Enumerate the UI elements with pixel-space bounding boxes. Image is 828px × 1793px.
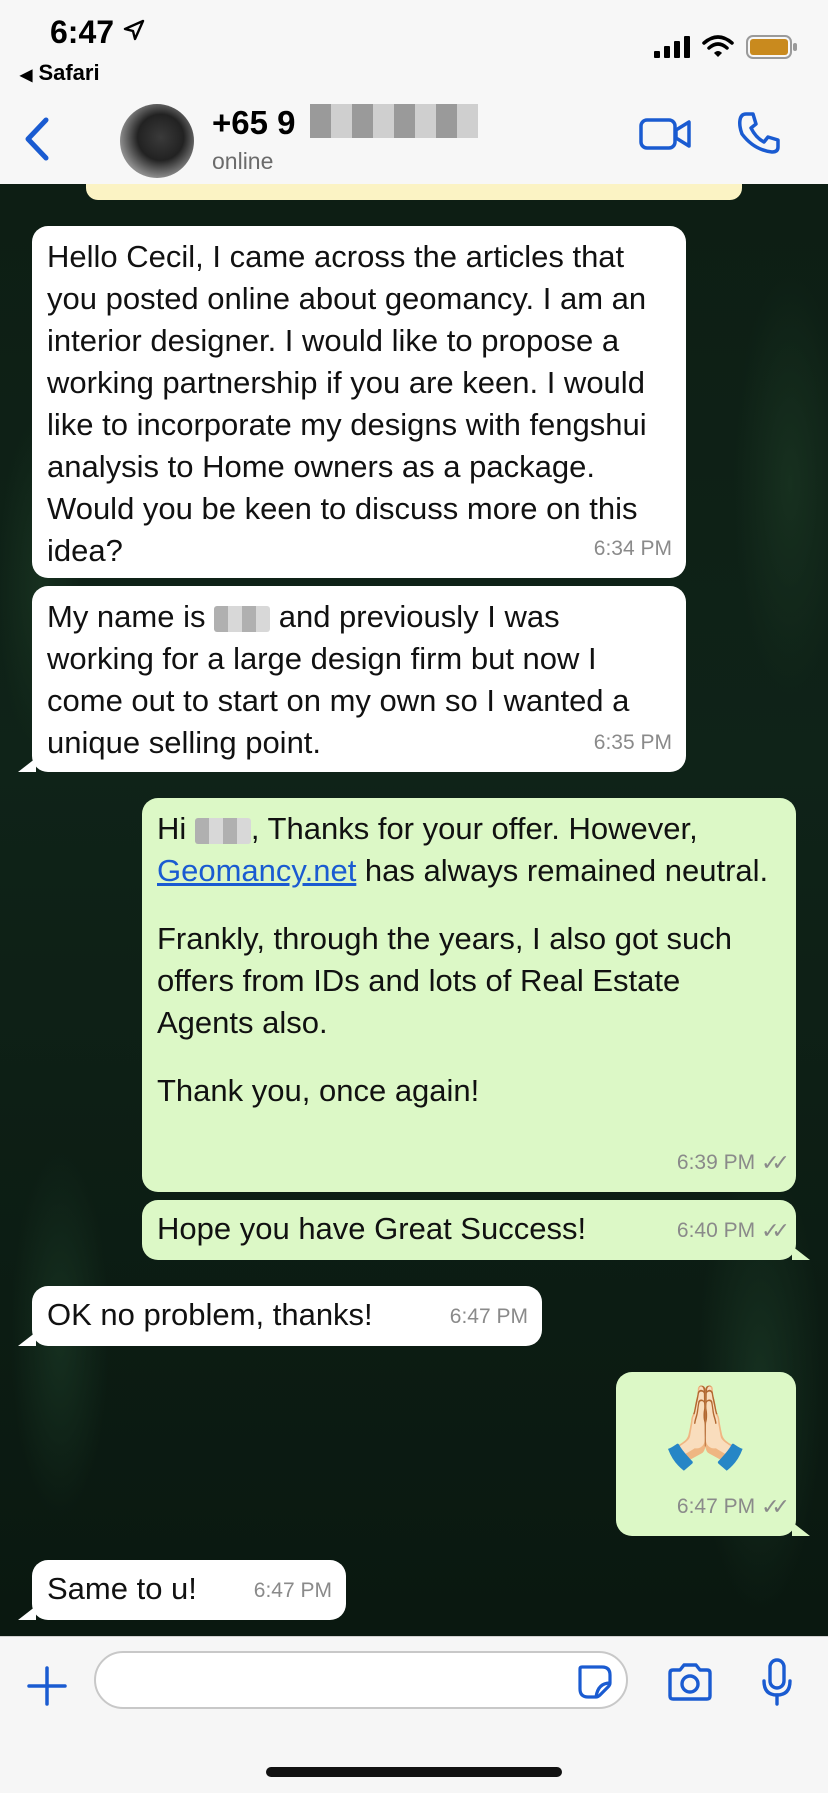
wifi-icon: [702, 35, 734, 57]
message-paragraph: Hi , Thanks for your offer. However, Geo…: [157, 808, 780, 892]
message-incoming[interactable]: Hello Cecil, I came across the articles …: [32, 226, 686, 578]
message-meta: 6:47 PM: [450, 1296, 528, 1338]
message-time: 6:39 PM: [676, 1151, 756, 1174]
sticker-button[interactable]: [576, 1663, 614, 1706]
microphone-icon: [762, 1658, 792, 1706]
message-text: My name is: [47, 599, 215, 634]
contact-status: online: [212, 148, 274, 174]
pinned-banner[interactable]: [86, 184, 742, 200]
message-text: Hello Cecil, I came across the articles …: [47, 239, 647, 568]
message-time: 6:47 PM: [449, 1305, 528, 1328]
camera-icon: [668, 1663, 712, 1701]
plus-icon: [27, 1666, 67, 1706]
camera-button[interactable]: [666, 1663, 714, 1706]
message-time: 6:35 PM: [593, 731, 672, 754]
home-indicator[interactable]: [266, 1767, 562, 1777]
message-meta: 6:39 PM ✓✓: [676, 1142, 790, 1184]
redacted-name: [194, 817, 251, 844]
message-input-field[interactable]: [94, 1651, 628, 1709]
read-receipt-icon: ✓✓: [761, 1150, 790, 1175]
phone-call-button[interactable]: [736, 110, 782, 161]
attach-button[interactable]: [26, 1665, 68, 1712]
message-outgoing[interactable]: Hope you have Great Success! 6:40 PM ✓✓: [142, 1200, 810, 1260]
redacted-name: [214, 605, 271, 632]
message-text: Hi: [157, 811, 195, 846]
message-text: has always remained neutral.: [356, 853, 769, 888]
message-time: 6:40 PM: [676, 1219, 756, 1242]
avatar[interactable]: [120, 104, 194, 178]
message-paragraph: Frankly, through the years, I also got s…: [157, 921, 732, 1040]
message-meta: 6:40 PM ✓✓: [676, 1210, 790, 1252]
chat-area[interactable]: Hello Cecil, I came across the articles …: [0, 184, 828, 1636]
signal-icon: [654, 36, 690, 58]
message-meta: 6:34 PM: [594, 528, 672, 570]
message-text: , Thanks for your offer. However,: [250, 811, 698, 846]
message-paragraph: Thank you, once again!: [157, 1073, 480, 1108]
microphone-button[interactable]: [760, 1657, 794, 1712]
back-triangle-icon: ◀: [20, 67, 33, 84]
video-call-button[interactable]: [638, 114, 692, 159]
read-receipt-icon: ✓✓: [761, 1494, 790, 1519]
chat-header: +65 9 online: [0, 94, 828, 185]
message-input[interactable]: [114, 1653, 578, 1707]
read-receipt-icon: ✓✓: [761, 1218, 790, 1243]
status-time: 6:47: [50, 14, 145, 51]
sticker-icon: [578, 1665, 612, 1699]
message-meta: 6:47 PM ✓✓: [676, 1486, 790, 1528]
geomancy-link[interactable]: Geomancy.net: [157, 853, 356, 888]
message-incoming[interactable]: OK no problem, thanks! 6:47 PM: [18, 1286, 542, 1346]
clock-text: 6:47: [50, 14, 115, 50]
status-bar: 6:47 ◀ Safari: [0, 0, 828, 94]
chevron-left-icon: [25, 117, 49, 161]
message-outgoing[interactable]: Hi , Thanks for your offer. However, Geo…: [142, 798, 796, 1192]
contact-name[interactable]: +65 9: [212, 104, 296, 142]
message-text: Same to u!: [47, 1571, 197, 1606]
message-time: 6:34 PM: [593, 537, 672, 560]
praying-hands-emoji: 🙏🏻: [655, 1382, 756, 1471]
message-incoming[interactable]: My name is and previously I was working …: [18, 586, 686, 772]
back-button[interactable]: [22, 116, 52, 167]
phone-icon: [738, 112, 780, 154]
message-meta: 6:35 PM: [594, 722, 672, 764]
battery-icon: [746, 35, 797, 59]
message-time: 6:47 PM: [676, 1495, 756, 1518]
video-call-icon: [639, 118, 691, 150]
message-meta: 6:47 PM: [254, 1570, 332, 1612]
composer-bar: [0, 1636, 828, 1793]
message-text: Hope you have Great Success!: [157, 1211, 587, 1246]
system-icons: [654, 34, 798, 60]
back-app-label: Safari: [38, 60, 100, 85]
location-arrow-icon: [123, 19, 145, 41]
message-text: OK no problem, thanks!: [47, 1297, 373, 1332]
redacted-number: [310, 104, 478, 138]
message-incoming[interactable]: Same to u! 6:47 PM: [18, 1560, 346, 1620]
back-to-app[interactable]: ◀ Safari: [20, 60, 100, 86]
message-time: 6:47 PM: [253, 1579, 332, 1602]
message-outgoing[interactable]: 🙏🏻 6:47 PM ✓✓: [616, 1372, 810, 1536]
